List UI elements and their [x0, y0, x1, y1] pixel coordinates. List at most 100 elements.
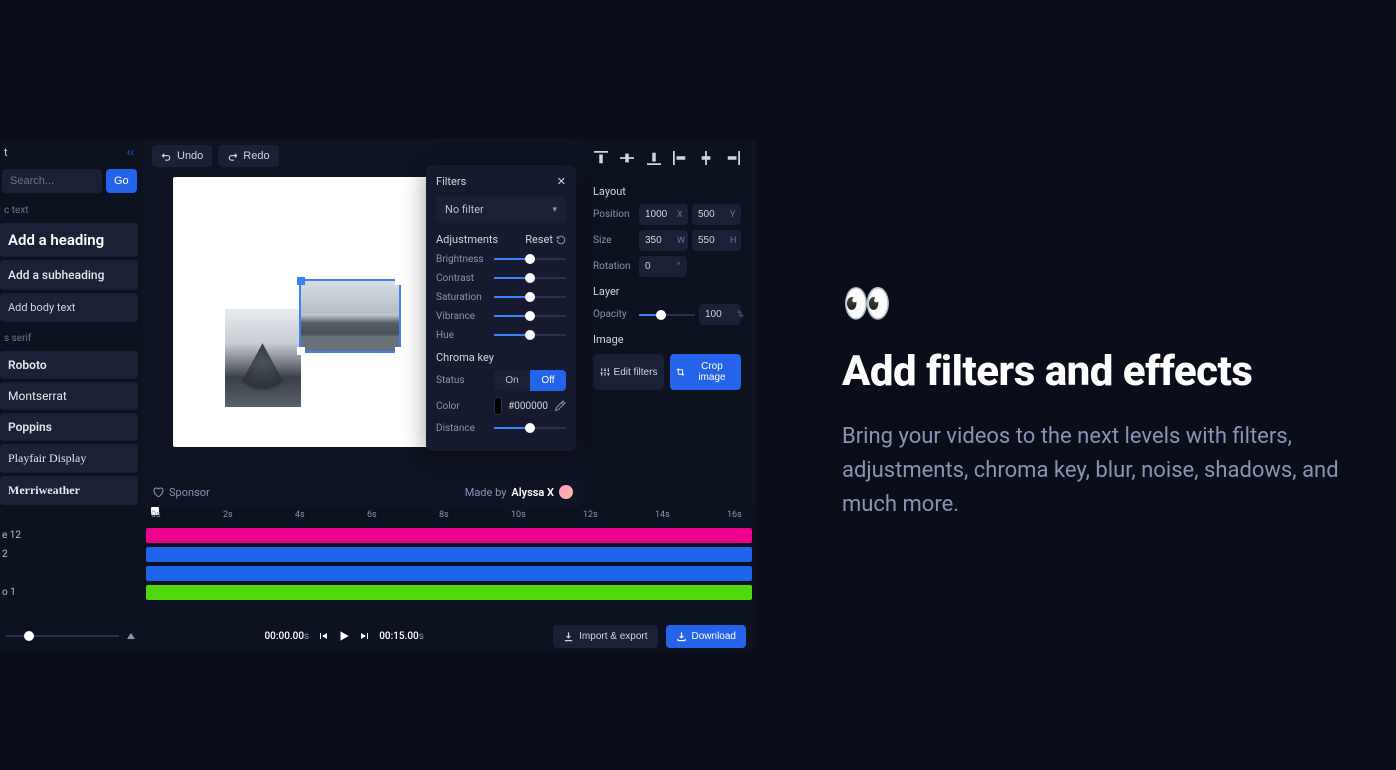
timeline-tick: 4s: [295, 510, 305, 520]
resize-handle[interactable]: [397, 277, 403, 283]
align-vcenter-icon[interactable]: [620, 151, 634, 165]
made-by-label: Made by: [465, 486, 507, 499]
eyedropper-icon[interactable]: [554, 400, 566, 412]
font-poppins[interactable]: Poppins: [0, 413, 138, 441]
reset-button[interactable]: Reset: [525, 233, 566, 246]
add-body-text-button[interactable]: Add body text: [0, 293, 138, 322]
chroma-status-label: Status: [436, 375, 488, 386]
color-swatch[interactable]: [494, 397, 502, 415]
total-time: 00:15.00s: [379, 631, 424, 642]
font-merriweather[interactable]: Merriweather: [0, 476, 138, 505]
adjustments-title: Adjustments: [436, 233, 498, 246]
timeline: 0s 2s 4s 6s 8s 10s 12s 14s 16s e 12 2 o …: [0, 507, 756, 651]
zoom-slider[interactable]: [6, 630, 119, 642]
timeline-clip[interactable]: [146, 528, 752, 543]
play-button[interactable]: [337, 629, 351, 643]
close-icon[interactable]: ✕: [557, 175, 566, 188]
timeline-tick: 0s: [151, 510, 161, 520]
timeline-clip[interactable]: [146, 547, 752, 562]
resize-handle[interactable]: [297, 277, 303, 283]
saturation-slider[interactable]: [494, 291, 566, 303]
sponsor-label: Sponsor: [169, 486, 210, 499]
position-label: Position: [593, 209, 635, 220]
align-top-icon[interactable]: [594, 151, 608, 165]
rotation-input[interactable]: °: [639, 256, 687, 277]
properties-panel: Layout Position X Y Size W H Rotation ° …: [583, 139, 751, 507]
filter-selected-value: No filter: [445, 203, 484, 216]
next-frame-button[interactable]: [359, 630, 371, 642]
timeline-clip[interactable]: [146, 566, 752, 581]
size-h-input[interactable]: H: [692, 230, 741, 251]
distance-slider[interactable]: [494, 422, 566, 434]
opacity-value[interactable]: %: [699, 304, 741, 325]
font-roboto[interactable]: Roboto: [0, 351, 138, 379]
crop-image-label: Crop image: [689, 361, 735, 383]
brightness-slider[interactable]: [494, 253, 566, 265]
align-right-icon[interactable]: [726, 151, 740, 165]
hero-title: Add filters and effects: [842, 347, 1342, 396]
align-hcenter-icon[interactable]: [699, 151, 713, 165]
brightness-label: Brightness: [436, 254, 488, 265]
eyes-emoji: 👀: [842, 280, 1342, 327]
hero-body: Bring your videos to the next levels wit…: [842, 420, 1342, 522]
collapse-icon[interactable]: ‹‹: [127, 145, 134, 159]
image-section-title: Image: [593, 333, 741, 346]
rotation-label: Rotation: [593, 261, 635, 272]
chroma-on-button[interactable]: On: [494, 370, 530, 391]
edit-filters-button[interactable]: Edit filters: [593, 354, 664, 390]
text-section-label: c text: [0, 197, 142, 220]
canvas-image-mountain-portrait[interactable]: [225, 309, 301, 407]
download-label: Download: [692, 631, 736, 642]
timeline-ruler[interactable]: 0s 2s 4s 6s 8s 10s 12s 14s 16s: [151, 507, 756, 525]
contrast-label: Contrast: [436, 273, 488, 284]
crop-image-button[interactable]: Crop image: [670, 354, 741, 390]
hue-slider[interactable]: [494, 329, 566, 341]
add-heading-button[interactable]: Add a heading: [0, 223, 138, 257]
chroma-off-button[interactable]: Off: [530, 370, 566, 391]
add-subheading-button[interactable]: Add a subheading: [0, 260, 138, 290]
redo-button[interactable]: Redo: [218, 145, 278, 167]
redo-label: Redo: [243, 150, 269, 162]
filters-title: Filters: [436, 175, 466, 188]
timeline-tick: 6s: [367, 510, 377, 520]
filter-select[interactable]: No filter ▾: [436, 196, 566, 223]
opacity-slider[interactable]: [639, 309, 695, 321]
resize-handle[interactable]: [397, 349, 403, 355]
color-hex-value: #000000: [508, 401, 548, 412]
vibrance-slider[interactable]: [494, 310, 566, 322]
search-go-button[interactable]: Go: [106, 169, 137, 193]
font-playfair[interactable]: Playfair Display: [0, 444, 138, 473]
resize-handle[interactable]: [297, 349, 303, 355]
track-label[interactable]: o 1: [0, 587, 146, 598]
made-by-credit[interactable]: Made by Alyssa X: [465, 485, 573, 499]
undo-button[interactable]: Undo: [152, 145, 212, 167]
font-montserrat[interactable]: Montserrat: [0, 382, 138, 410]
timeline-tick: 12s: [583, 510, 598, 520]
canvas-image-mountain-landscape-selected[interactable]: [301, 281, 399, 351]
track-label[interactable]: 2: [0, 549, 146, 560]
download-button[interactable]: Download: [666, 625, 746, 648]
import-export-label: Import & export: [579, 631, 647, 642]
sidebar-title: t: [4, 146, 8, 159]
chroma-status-toggle[interactable]: On Off: [494, 370, 566, 391]
chroma-color-label: Color: [436, 401, 488, 412]
hero-section: 👀 Add filters and effects Bring your vid…: [842, 280, 1342, 522]
import-export-button[interactable]: Import & export: [553, 625, 657, 648]
serif-section-label: s serif: [0, 325, 142, 348]
search-input[interactable]: [2, 169, 102, 193]
hue-label: Hue: [436, 330, 488, 341]
track-label[interactable]: e 12: [0, 530, 146, 541]
timeline-clip[interactable]: [146, 585, 752, 600]
timeline-tick: 10s: [511, 510, 526, 520]
edit-filters-label: Edit filters: [614, 367, 658, 378]
sponsor-link[interactable]: Sponsor: [152, 486, 210, 499]
position-y-input[interactable]: Y: [692, 204, 741, 225]
author-avatar: [559, 485, 573, 499]
size-w-input[interactable]: W: [639, 230, 688, 251]
position-x-input[interactable]: X: [639, 204, 688, 225]
align-bottom-icon[interactable]: [647, 151, 661, 165]
zoom-fit-icon[interactable]: [127, 633, 135, 639]
prev-frame-button[interactable]: [317, 630, 329, 642]
align-left-icon[interactable]: [673, 151, 687, 165]
contrast-slider[interactable]: [494, 272, 566, 284]
